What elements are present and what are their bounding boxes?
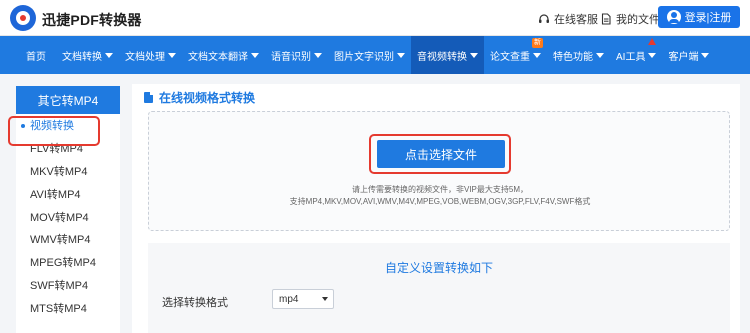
sidebar-item-swf-mp4[interactable]: SWF转MP4 — [16, 274, 120, 297]
nav-item-label: 客户端 — [668, 51, 699, 63]
nav-item-label: 图片文字识别 — [334, 51, 394, 63]
login-register-label: 登录|注册 — [684, 12, 732, 24]
file-icon — [601, 13, 611, 25]
nav-item-home[interactable]: 首页 — [18, 36, 56, 74]
upload-dropzone[interactable]: 点击选择文件 请上传需要转换的视频文件，非VIP最大支持5M， 支持MP4,MK… — [148, 111, 730, 231]
nav-item-document-convert[interactable]: 文档转换 — [56, 36, 119, 74]
nav-item-label: 论文查重 — [490, 51, 530, 63]
nav-item-speech[interactable]: 语音识别 — [265, 36, 328, 74]
nav-item-label: 文档转换 — [62, 51, 102, 63]
customer-service-label: 在线客服 — [554, 14, 598, 26]
caret-down-icon — [251, 52, 259, 58]
caret-down-icon — [105, 52, 113, 58]
caret-down-icon — [397, 52, 405, 58]
chevron-down-icon — [322, 297, 328, 301]
document-icon — [144, 92, 153, 103]
nav-item-ocr[interactable]: 图片文字识别 — [328, 36, 411, 74]
upload-hint: 请上传需要转换的视频文件，非VIP最大支持5M， — [351, 185, 528, 194]
my-files-link[interactable]: 我的文件 — [600, 11, 660, 27]
section-title: 在线视频格式转换 — [144, 89, 255, 106]
customer-service-link[interactable]: 在线客服 — [538, 11, 598, 27]
caret-down-icon — [314, 52, 322, 58]
nav-item-label: 首页 — [26, 51, 46, 63]
nav-item-features[interactable]: 特色功能 — [547, 36, 610, 74]
sidebar-item-mpeg-mp4[interactable]: MPEG转MP4 — [16, 251, 120, 274]
select-file-button[interactable]: 点击选择文件 — [377, 140, 505, 168]
top-header: 迅捷PDF转换器 在线客服 我的文件 登录|注册 — [0, 0, 750, 36]
nav-item-av-convert[interactable]: 音视频转换 — [411, 36, 484, 74]
caret-down-icon — [533, 52, 541, 58]
caret-down-icon — [470, 52, 478, 58]
nav-item-ai-tools[interactable]: AI工具 — [610, 36, 662, 74]
sidebar-highlight-outline — [8, 116, 100, 146]
sidebar-item-mts-mp4[interactable]: MTS转MP4 — [16, 296, 120, 319]
nav-item-client[interactable]: 客户端 — [662, 36, 715, 74]
settings-panel: 自定义设置转换如下 选择转换格式 mp4 — [148, 243, 730, 333]
nav-item-label: 文档文本翻译 — [188, 51, 248, 63]
sidebar-item-mkv-mp4[interactable]: MKV转MP4 — [16, 160, 120, 183]
settings-title: 自定义设置转换如下 — [384, 261, 493, 275]
nav-item-label: 音视频转换 — [417, 51, 467, 63]
format-select[interactable]: mp4 — [272, 289, 334, 309]
nav-item-label: 特色功能 — [553, 51, 593, 63]
caret-down-icon — [701, 52, 710, 58]
format-label: 选择转换格式 — [162, 297, 228, 309]
section-title-label: 在线视频格式转换 — [159, 91, 256, 105]
brand-name[interactable]: 迅捷PDF转换器 — [42, 10, 142, 30]
nav-item-translate[interactable]: 文档文本翻译 — [182, 36, 265, 74]
main-nav: 首页 文档转换 文档处理 文档文本翻译 语音识别 图片文字识别 音视频转换 论文… — [0, 36, 750, 74]
new-badge: 新 — [532, 38, 543, 48]
nav-item-label: AI工具 — [616, 51, 646, 63]
main-panel: 在线视频格式转换 点击选择文件 请上传需要转换的视频文件，非VIP最大支持5M，… — [132, 84, 740, 333]
my-files-label: 我的文件 — [616, 14, 660, 26]
sidebar-title: 其它转MP4 — [16, 86, 120, 114]
sidebar-item-avi-mp4[interactable]: AVI转MP4 — [16, 182, 120, 205]
hot-marker-icon — [648, 38, 657, 45]
caret-down-icon — [596, 52, 604, 58]
user-icon — [666, 10, 681, 24]
supported-formats-hint: 支持MP4,MKV,MOV,AVI,WMV,M4V,MPEG,VOB,WEBM,… — [289, 197, 591, 206]
nav-item-label: 文档处理 — [125, 51, 165, 63]
sidebar-item-wmv-mp4[interactable]: WMV转MP4 — [16, 228, 120, 251]
sidebar-item-mov-mp4[interactable]: MOV转MP4 — [16, 205, 120, 228]
nav-item-plagiarism[interactable]: 论文查重 新 — [484, 36, 547, 74]
format-select-value: mp4 — [279, 293, 299, 305]
caret-down-icon — [168, 52, 176, 58]
nav-item-document-process[interactable]: 文档处理 — [119, 36, 182, 74]
headset-icon — [539, 14, 549, 23]
login-register-button[interactable]: 登录|注册 — [658, 6, 740, 28]
logo-icon[interactable] — [10, 5, 36, 31]
caret-down-icon — [648, 52, 657, 58]
nav-item-label: 语音识别 — [271, 51, 311, 63]
